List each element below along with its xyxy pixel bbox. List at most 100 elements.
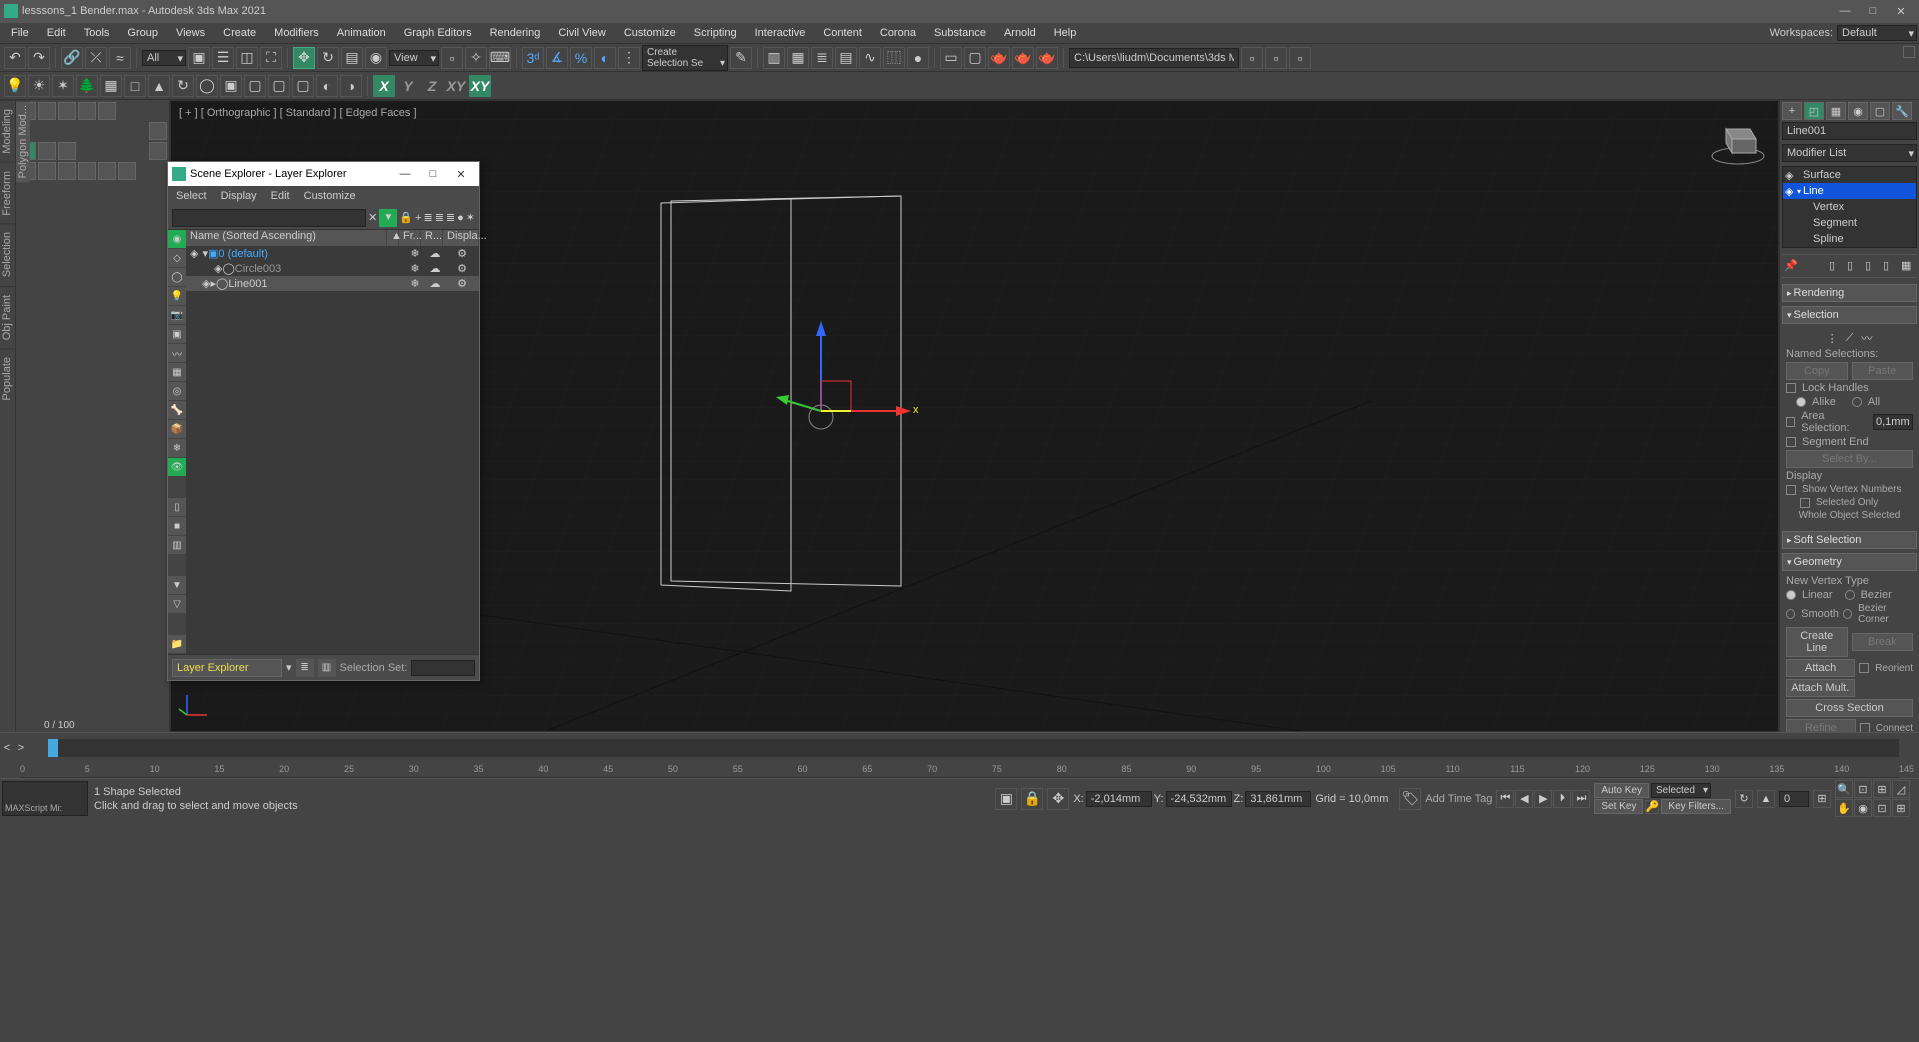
time-next-button[interactable]: > <box>14 742 28 754</box>
menu-rendering[interactable]: Rendering <box>481 23 550 43</box>
select-region-button[interactable]: ◫ <box>236 47 258 69</box>
menu-tools[interactable]: Tools <box>75 23 119 43</box>
move-button[interactable]: ✥ <box>293 47 315 69</box>
sel-sub-1-icon[interactable]: ⋮ <box>1827 332 1838 345</box>
se-close-button[interactable]: ✕ <box>447 164 475 184</box>
menu-modifiers[interactable]: Modifiers <box>265 23 328 43</box>
tog-ribbon-button[interactable]: ▤ <box>835 47 857 69</box>
redo-button[interactable]: ↷ <box>28 47 50 69</box>
stack-icon-5[interactable]: ▦ <box>1901 259 1915 273</box>
refcoord-dropdown[interactable]: View <box>389 50 439 66</box>
se-funnel2-icon[interactable]: ▽ <box>168 595 186 613</box>
mirror-button[interactable]: ▥ <box>763 47 785 69</box>
se-col-frozen[interactable]: Fr... <box>399 230 421 246</box>
lp-btn-expand[interactable] <box>149 122 167 140</box>
se-layer1-icon[interactable]: ≣ <box>423 211 432 224</box>
orbit-button[interactable]: ◉ <box>1854 799 1872 817</box>
display-icon[interactable]: ⚙ <box>445 247 479 260</box>
se-col-sort-icon[interactable]: ▲ <box>387 230 399 246</box>
attach-button[interactable]: Attach <box>1786 659 1855 677</box>
lock-button[interactable]: 🔒 <box>1021 788 1043 810</box>
key-icon-button[interactable]: 🔑 <box>1645 800 1659 814</box>
utilities-tab[interactable]: 🔧 <box>1892 102 1912 120</box>
lp-btn-5[interactable] <box>98 102 116 120</box>
se-filter-shape[interactable]: ◯ <box>168 268 186 286</box>
time-up-button[interactable]: ▲ <box>1757 790 1775 808</box>
max-vp-button[interactable]: ⊡ <box>1873 799 1891 817</box>
mod-spline[interactable]: Spline <box>1783 231 1916 247</box>
helper7-button[interactable]: ◑ <box>340 75 362 97</box>
vtab-polygonmod[interactable]: Polygon Mod... <box>16 100 30 182</box>
display-tab[interactable]: ▢ <box>1870 102 1890 120</box>
axis-xy-button[interactable]: XY <box>445 75 467 97</box>
menu-corona[interactable]: Corona <box>871 23 925 43</box>
refresh-button[interactable]: ↻ <box>172 75 194 97</box>
edit-sel-button[interactable]: ✎ <box>730 47 752 69</box>
frozen-icon[interactable]: ❄ <box>405 262 425 275</box>
mod-vertex[interactable]: Vertex <box>1783 199 1916 215</box>
named-sel-dropdown[interactable]: Create Selection Se <box>642 45 728 71</box>
star-button[interactable]: ✶ <box>52 75 74 97</box>
se-filter-xref[interactable]: ◎ <box>168 382 186 400</box>
se-filter-container[interactable]: 📦 <box>168 420 186 438</box>
angle-snap-button[interactable]: ∡ <box>546 47 568 69</box>
smooth-radio[interactable] <box>1786 609 1795 619</box>
se-obj-circle[interactable]: ◈ ◯ Circle003 ❄ ☁ ⚙ <box>186 261 479 276</box>
mod-line[interactable]: ◈▾Line <box>1783 183 1916 199</box>
attachmult-button[interactable]: Attach Mult. <box>1786 679 1855 697</box>
se-selset-input[interactable] <box>411 660 475 676</box>
lp-btn-7[interactable] <box>38 142 56 160</box>
se-menu-display[interactable]: Display <box>221 190 257 202</box>
bezier-radio[interactable] <box>1845 590 1855 600</box>
rollout-geometry[interactable]: Geometry <box>1782 553 1917 571</box>
linear-radio[interactable] <box>1786 590 1796 600</box>
all-radio[interactable] <box>1852 397 1862 407</box>
menu-arnold[interactable]: Arnold <box>995 23 1045 43</box>
vtab-populate[interactable]: Populate <box>0 348 15 408</box>
lp-btn-4[interactable] <box>78 102 96 120</box>
copy-button[interactable]: Copy <box>1786 362 1848 380</box>
vtab-objpaint[interactable]: Obj Paint <box>0 286 15 348</box>
goto-start-button[interactable]: ⏮ <box>1496 790 1514 808</box>
time-config-button[interactable]: ↻ <box>1735 790 1753 808</box>
se-titlebar[interactable]: Scene Explorer - Layer Explorer — □ ✕ <box>168 162 479 186</box>
se-footer-mode[interactable]: Layer Explorer <box>172 659 282 677</box>
se-obj-line[interactable]: ◈ ▸ ◯ Line001 ❄ ☁ ⚙ <box>186 276 479 291</box>
se-col-name[interactable]: Name (Sorted Ascending) <box>186 230 387 246</box>
helper3-button[interactable]: ▢ <box>244 75 266 97</box>
x-input[interactable]: -2,014mm <box>1086 791 1152 807</box>
zoom-all-button[interactable]: ⊡ <box>1854 780 1872 798</box>
se-menu-customize[interactable]: Customize <box>304 190 356 202</box>
object-color-swatch[interactable] <box>1903 46 1915 58</box>
play-button[interactable]: ▶ <box>1534 790 1552 808</box>
layers-button[interactable]: ≣ <box>811 47 833 69</box>
se-filter-light[interactable]: 💡 <box>168 287 186 305</box>
lp-btn-13[interactable] <box>78 162 96 180</box>
viewcube[interactable] <box>1708 111 1768 171</box>
time-ruler[interactable]: 0510152025303540455055606570758085909510… <box>20 762 1899 778</box>
mod-segment[interactable]: Segment <box>1783 215 1916 231</box>
vp-layout-button[interactable]: ⊞ <box>1892 799 1910 817</box>
se-filter-cam[interactable]: 📷 <box>168 306 186 324</box>
select-name-button[interactable]: ☰ <box>212 47 234 69</box>
stack-icon-3[interactable]: ▯ <box>1865 259 1879 273</box>
menu-interactive[interactable]: Interactive <box>746 23 815 43</box>
axis-y-button[interactable]: Y <box>397 75 419 97</box>
menu-civilview[interactable]: Civil View <box>549 23 614 43</box>
se-filter-space[interactable]: 〰 <box>168 344 186 362</box>
se-search-input[interactable] <box>172 209 366 227</box>
se-maximize-button[interactable]: □ <box>419 164 447 184</box>
se-list-icon[interactable]: ▥ <box>168 536 186 554</box>
menu-create[interactable]: Create <box>214 23 265 43</box>
area-checkbox[interactable] <box>1786 417 1795 427</box>
eye-icon[interactable]: ◈ <box>214 262 222 275</box>
se-opt1-icon[interactable]: ● <box>457 212 464 224</box>
zoom-button[interactable]: 🔍 <box>1835 780 1853 798</box>
time-marker[interactable] <box>48 739 58 757</box>
helper6-button[interactable]: ◐ <box>316 75 338 97</box>
schematic-button[interactable]: ⿲ <box>883 47 905 69</box>
stack-icon-4[interactable]: ▯ <box>1883 259 1897 273</box>
object-name-input[interactable]: Line001 <box>1782 122 1917 140</box>
stack-icon-2[interactable]: ▯ <box>1847 259 1861 273</box>
se-filter-bone[interactable]: 🦴 <box>168 401 186 419</box>
